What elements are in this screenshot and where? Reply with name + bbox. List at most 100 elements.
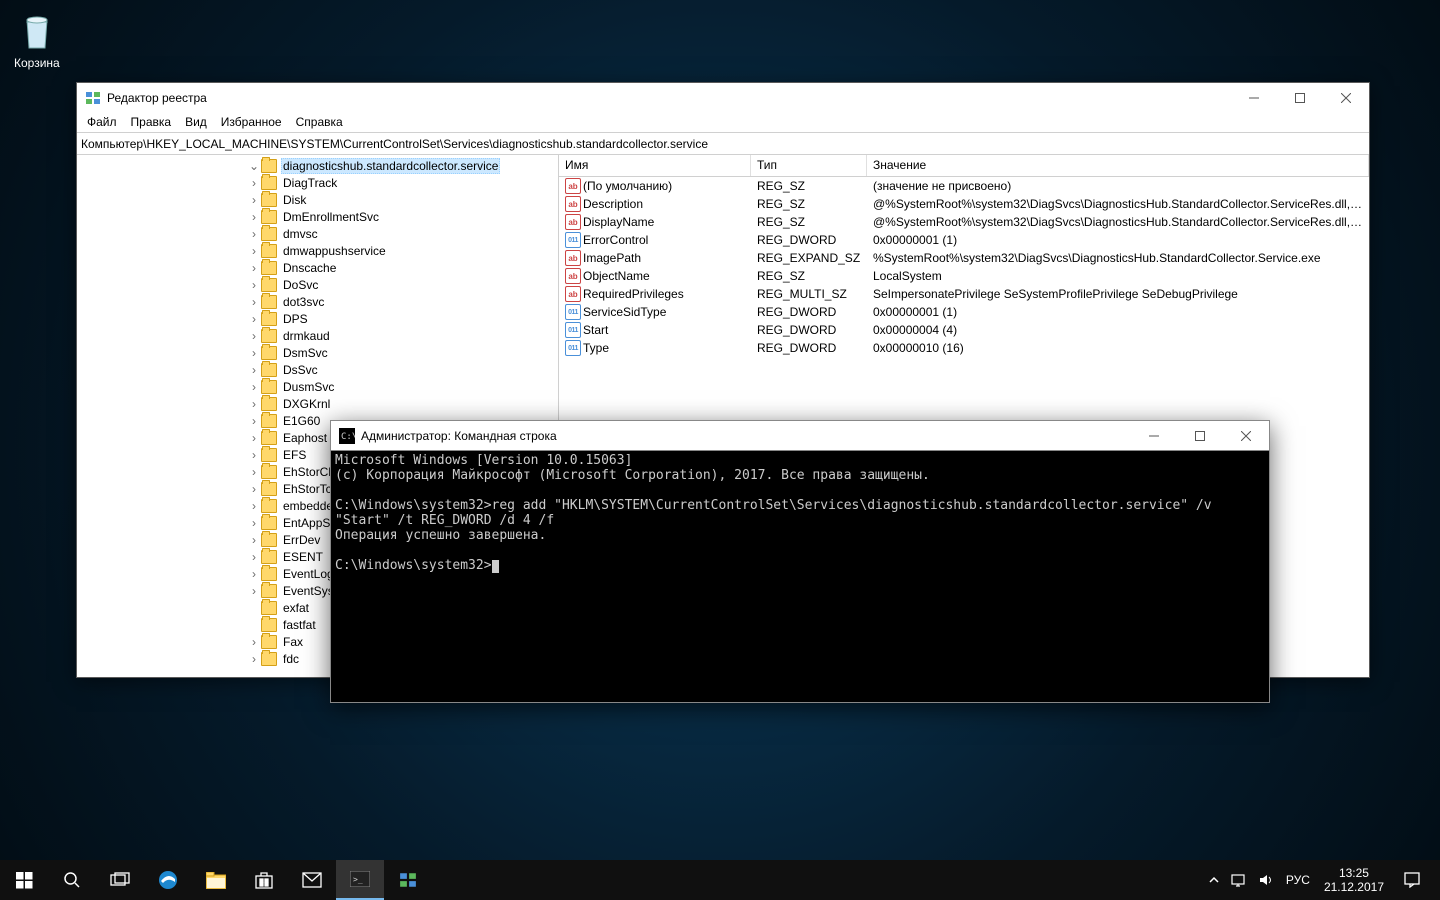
tree-node[interactable]: ›DusmSvc xyxy=(77,378,558,395)
folder-icon xyxy=(261,618,277,632)
menu-вид[interactable]: Вид xyxy=(179,113,213,132)
value-row[interactable]: ab(По умолчанию)REG_SZ(значение не присв… xyxy=(559,177,1369,195)
col-header-data[interactable]: Значение xyxy=(867,155,1369,176)
minimize-button[interactable] xyxy=(1231,83,1277,113)
value-name: (По умолчанию) xyxy=(583,179,672,193)
value-row[interactable]: 011TypeREG_DWORD0x00000010 (16) xyxy=(559,339,1369,357)
chevron-right-icon[interactable]: › xyxy=(247,585,261,597)
tree-node[interactable]: ›DsSvc xyxy=(77,361,558,378)
value-row[interactable]: abDisplayNameREG_SZ@%SystemRoot%\system3… xyxy=(559,213,1369,231)
taskbar-explorer[interactable] xyxy=(192,860,240,900)
value-row[interactable]: abDescriptionREG_SZ@%SystemRoot%\system3… xyxy=(559,195,1369,213)
taskbar-mail[interactable] xyxy=(288,860,336,900)
chevron-right-icon[interactable]: › xyxy=(247,228,261,240)
value-row[interactable]: 011StartREG_DWORD0x00000004 (4) xyxy=(559,321,1369,339)
menu-правка[interactable]: Правка xyxy=(125,113,178,132)
chevron-right-icon[interactable]: › xyxy=(247,296,261,308)
value-row[interactable]: 011ErrorControlREG_DWORD0x00000001 (1) xyxy=(559,231,1369,249)
tree-node-label: DPS xyxy=(281,312,310,326)
tray-volume-icon[interactable] xyxy=(1253,860,1280,900)
value-row[interactable]: abImagePathREG_EXPAND_SZ%SystemRoot%\sys… xyxy=(559,249,1369,267)
cmd-title: Администратор: Командная строка xyxy=(361,429,1131,443)
taskview-button[interactable] xyxy=(96,860,144,900)
chevron-right-icon[interactable]: › xyxy=(247,517,261,529)
chevron-right-icon[interactable]: › xyxy=(247,194,261,206)
chevron-right-icon[interactable]: › xyxy=(247,500,261,512)
value-data: @%SystemRoot%\system32\DiagSvcs\Diagnost… xyxy=(867,197,1369,211)
cmd-close-button[interactable] xyxy=(1223,421,1269,450)
tree-node[interactable]: ›Disk xyxy=(77,191,558,208)
chevron-right-icon[interactable]: › xyxy=(247,245,261,257)
menu-справка[interactable]: Справка xyxy=(290,113,349,132)
tree-node-label: dmvsc xyxy=(281,227,320,241)
start-button[interactable] xyxy=(0,860,48,900)
tree-node[interactable]: ›DmEnrollmentSvc xyxy=(77,208,558,225)
chevron-right-icon[interactable]: › xyxy=(247,364,261,376)
address-input[interactable] xyxy=(77,133,1369,154)
folder-icon xyxy=(261,312,277,326)
chevron-right-icon[interactable]: › xyxy=(247,653,261,665)
chevron-right-icon[interactable]: › xyxy=(247,330,261,342)
tree-node[interactable]: ⌄diagnosticshub.standardcollector.servic… xyxy=(77,157,558,174)
tree-node[interactable]: ›Dnscache xyxy=(77,259,558,276)
chevron-right-icon[interactable]: › xyxy=(247,177,261,189)
taskbar-edge[interactable] xyxy=(144,860,192,900)
chevron-right-icon[interactable]: › xyxy=(247,347,261,359)
chevron-right-icon[interactable]: › xyxy=(247,398,261,410)
taskbar: >_ РУС 13:25 21.12.2017 xyxy=(0,860,1440,900)
col-header-name[interactable]: Имя xyxy=(559,155,751,176)
chevron-right-icon[interactable]: › xyxy=(247,262,261,274)
tray-notifications-icon[interactable] xyxy=(1392,860,1432,900)
tree-node[interactable]: ›DXGKrnl xyxy=(77,395,558,412)
tray-chevron-icon[interactable] xyxy=(1203,860,1225,900)
chevron-right-icon[interactable]: › xyxy=(247,534,261,546)
taskbar-cmd[interactable]: >_ xyxy=(336,860,384,900)
tree-node[interactable]: ›dot3svc xyxy=(77,293,558,310)
chevron-right-icon[interactable]: › xyxy=(247,432,261,444)
chevron-right-icon[interactable]: › xyxy=(247,449,261,461)
tree-node[interactable]: › DiagTrack xyxy=(77,174,558,191)
chevron-right-icon[interactable]: › xyxy=(247,211,261,223)
value-row[interactable]: 011ServiceSidTypeREG_DWORD0x00000001 (1) xyxy=(559,303,1369,321)
tree-node[interactable]: ›DsmSvc xyxy=(77,344,558,361)
tray-network-icon[interactable] xyxy=(1225,860,1253,900)
chevron-right-icon[interactable]: › xyxy=(247,313,261,325)
tree-node-label: DiagTrack xyxy=(281,176,339,190)
regedit-titlebar[interactable]: Редактор реестра xyxy=(77,83,1369,113)
close-button[interactable] xyxy=(1323,83,1369,113)
chevron-right-icon[interactable]: › xyxy=(247,279,261,291)
search-button[interactable] xyxy=(48,860,96,900)
chevron-right-icon[interactable]: › xyxy=(247,483,261,495)
chevron-right-icon[interactable]: › xyxy=(247,568,261,580)
taskbar-regedit[interactable] xyxy=(384,860,432,900)
tray-language[interactable]: РУС xyxy=(1280,860,1316,900)
tree-node[interactable]: ›dmwappushservice xyxy=(77,242,558,259)
cmd-titlebar[interactable]: C:\ Администратор: Командная строка xyxy=(331,421,1269,451)
tree-node[interactable]: ›drmkaud xyxy=(77,327,558,344)
value-name: Type xyxy=(583,341,609,355)
chevron-down-icon[interactable]: ⌄ xyxy=(247,160,261,172)
tree-node[interactable]: › DPS xyxy=(77,310,558,327)
cmd-body[interactable]: Microsoft Windows [Version 10.0.15063] (… xyxy=(331,451,1269,702)
chevron-right-icon[interactable]: › xyxy=(247,381,261,393)
taskbar-store[interactable] xyxy=(240,860,288,900)
tree-node[interactable]: › dmvsc xyxy=(77,225,558,242)
cmd-maximize-button[interactable] xyxy=(1177,421,1223,450)
menu-избранное[interactable]: Избранное xyxy=(215,113,288,132)
tree-node-label: EventLog xyxy=(281,567,336,581)
folder-icon xyxy=(261,414,277,428)
cmd-minimize-button[interactable] xyxy=(1131,421,1177,450)
recycle-bin[interactable]: Корзина xyxy=(14,10,60,70)
tree-node[interactable]: ›DoSvc xyxy=(77,276,558,293)
chevron-right-icon[interactable]: › xyxy=(247,551,261,563)
tray-clock[interactable]: 13:25 21.12.2017 xyxy=(1316,866,1392,894)
menu-файл[interactable]: Файл xyxy=(81,113,123,132)
chevron-right-icon[interactable]: › xyxy=(247,415,261,427)
tree-node-label: ESENT xyxy=(281,550,325,564)
col-header-type[interactable]: Тип xyxy=(751,155,867,176)
value-row[interactable]: abRequiredPrivilegesREG_MULTI_SZSeImpers… xyxy=(559,285,1369,303)
chevron-right-icon[interactable]: › xyxy=(247,636,261,648)
value-row[interactable]: abObjectNameREG_SZLocalSystem xyxy=(559,267,1369,285)
chevron-right-icon[interactable]: › xyxy=(247,466,261,478)
maximize-button[interactable] xyxy=(1277,83,1323,113)
